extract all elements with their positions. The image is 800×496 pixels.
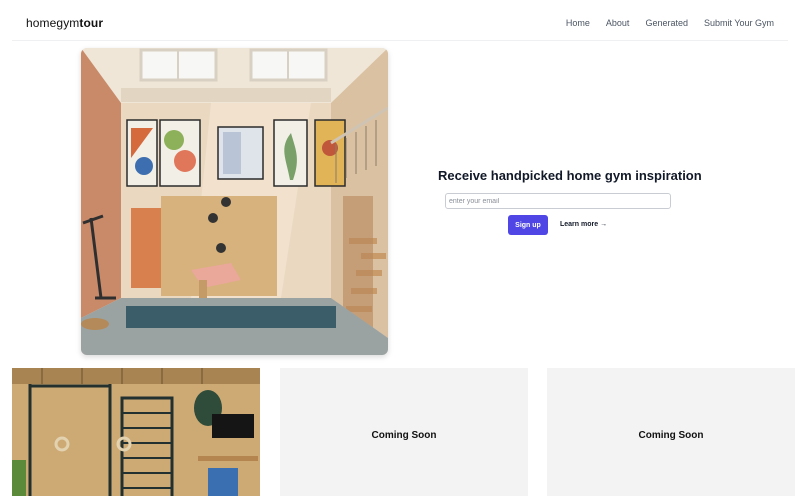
coming-soon-label: Coming Soon xyxy=(638,430,704,441)
header-divider xyxy=(12,40,788,41)
main-nav: Home About Generated Submit Your Gym xyxy=(566,18,774,28)
coming-soon-card: Coming Soon xyxy=(280,368,528,496)
email-input[interactable] xyxy=(445,193,671,209)
coming-soon-label: Coming Soon xyxy=(371,430,437,441)
page: homegymtour Home About Generated Submit … xyxy=(0,0,800,496)
site-logo[interactable]: homegymtour xyxy=(26,16,103,30)
hero-gym-image xyxy=(81,48,388,355)
logo-text-bold: tour xyxy=(79,16,104,30)
site-header: homegymtour Home About Generated Submit … xyxy=(0,0,800,41)
nav-submit-your-gym[interactable]: Submit Your Gym xyxy=(704,18,774,28)
nav-home[interactable]: Home xyxy=(566,18,590,28)
logo-text-light: homegym xyxy=(26,16,80,30)
nav-generated[interactable]: Generated xyxy=(645,18,688,28)
gym-card-photo[interactable] xyxy=(12,368,260,496)
signup-button[interactable]: Sign up xyxy=(508,215,548,235)
newsletter-title: Receive handpicked home gym inspiration xyxy=(438,168,702,183)
nav-about[interactable]: About xyxy=(606,18,630,28)
coming-soon-card: Coming Soon xyxy=(547,368,795,496)
learn-more-link[interactable]: Learn more → xyxy=(560,221,607,228)
